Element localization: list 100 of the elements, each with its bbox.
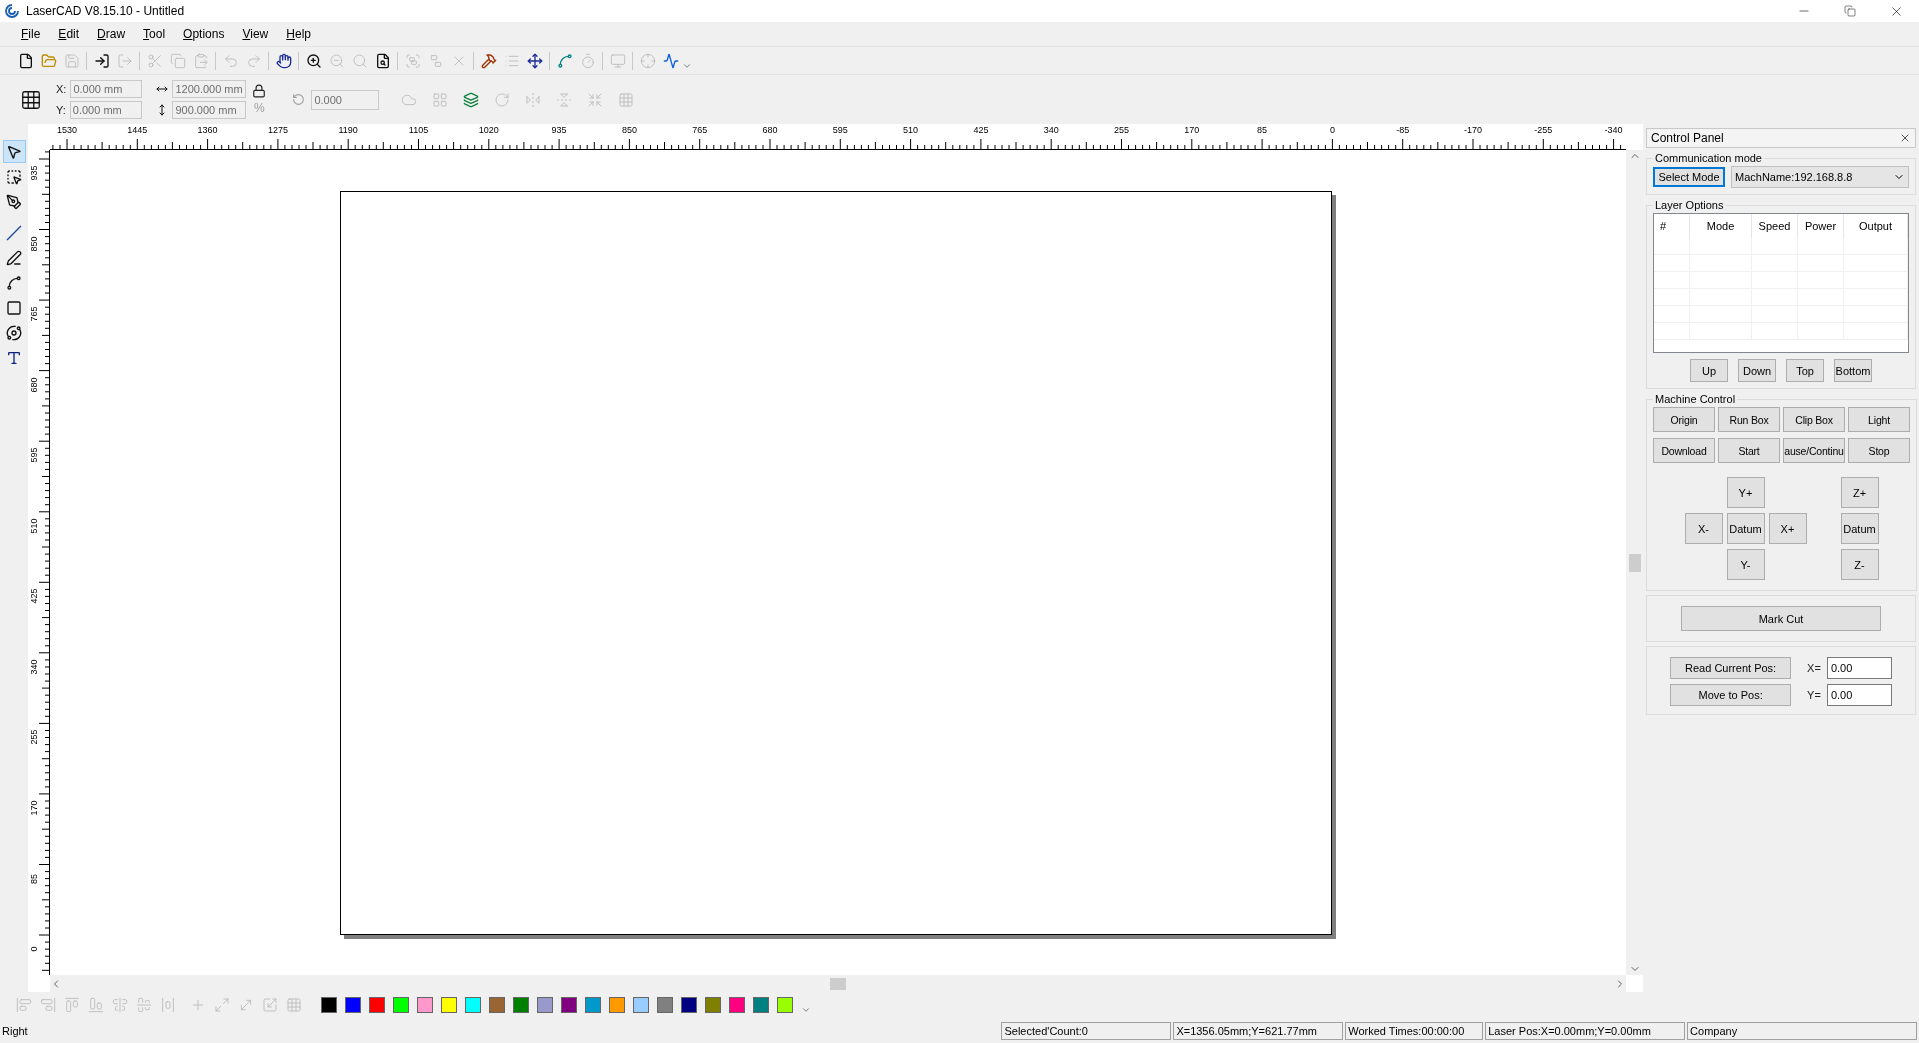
copy-icon: [169, 52, 186, 69]
y-label: Y:: [56, 104, 66, 116]
zoom-out-icon: [328, 52, 345, 69]
position-button[interactable]: Move to Pos:: [1670, 684, 1792, 706]
path-icon: [556, 52, 573, 69]
layer-order-button[interactable]: Down: [1738, 359, 1776, 382]
machine-dropdown[interactable]: MachName:192.168.8.8: [1731, 166, 1909, 188]
close-icon[interactable]: [1899, 132, 1911, 144]
machine-button[interactable]: Light: [1848, 407, 1910, 432]
machine-button[interactable]: Start: [1718, 438, 1780, 463]
paste-icon: [192, 52, 209, 69]
x-position-field[interactable]: 0.000 mm: [70, 80, 143, 98]
color-swatch[interactable]: [321, 997, 337, 1013]
crosshair-icon: [639, 52, 656, 69]
menu-item[interactable]: View: [235, 25, 276, 43]
y-position-field[interactable]: 0.000 mm: [69, 101, 142, 119]
node-icon: [526, 52, 543, 69]
folder-icon: [40, 52, 57, 69]
color-swatch[interactable]: [417, 997, 433, 1013]
select-mode-button[interactable]: Select Mode: [1653, 167, 1725, 187]
machine-button[interactable]: Run Box: [1718, 407, 1780, 432]
color-swatch[interactable]: [393, 997, 409, 1013]
menu-item[interactable]: Tool: [136, 25, 173, 43]
percent-sign: %: [254, 101, 265, 115]
layer-order-button[interactable]: Top: [1786, 359, 1824, 382]
ruler-label: 1275: [267, 125, 288, 135]
color-swatch[interactable]: [369, 997, 385, 1013]
lock-icon[interactable]: [252, 84, 267, 98]
color-swatch[interactable]: [705, 997, 721, 1013]
machine-button[interactable]: ause/Continu: [1783, 438, 1845, 463]
machine-button[interactable]: Stop: [1848, 438, 1910, 463]
coordinate-field[interactable]: 0.00: [1826, 657, 1892, 679]
layer-order-button[interactable]: Bottom: [1834, 359, 1872, 382]
mark-cut-button[interactable]: Mark Cut: [1681, 606, 1881, 631]
ruler-label: 850: [29, 236, 39, 252]
color-swatch[interactable]: [345, 997, 361, 1013]
jog-button[interactable]: Z-: [1840, 549, 1879, 580]
jog-button[interactable]: X-: [1684, 513, 1723, 544]
jog-button[interactable]: Y-: [1726, 549, 1765, 580]
layer-order-button[interactable]: Up: [1690, 359, 1728, 382]
export-icon: [116, 52, 133, 69]
color-swatch[interactable]: [513, 997, 529, 1013]
ruler-label: 510: [29, 518, 39, 534]
color-swatch[interactable]: [753, 997, 769, 1013]
color-swatch[interactable]: [777, 997, 793, 1013]
ruler-label: 425: [973, 125, 989, 135]
column-header: Power: [1798, 214, 1844, 238]
rotate-icon: [493, 91, 510, 108]
horizontal-scrollbar[interactable]: [50, 975, 1626, 992]
pen-icon: [6, 249, 22, 266]
width-field[interactable]: 1200.000 mm: [172, 80, 247, 98]
datum-button[interactable]: Datum: [1840, 513, 1879, 544]
drawing-tool-button[interactable]: [2, 140, 26, 163]
caret-icon[interactable]: [801, 1005, 811, 1015]
ruler-label: 425: [29, 588, 39, 604]
color-swatch[interactable]: [609, 997, 625, 1013]
scroll-thumb[interactable]: [830, 977, 846, 990]
pen-tool-icon: [6, 193, 22, 210]
color-swatch[interactable]: [489, 997, 505, 1013]
color-swatch[interactable]: [729, 997, 745, 1013]
group-label: Layer Options: [1654, 199, 1725, 211]
color-swatch[interactable]: [633, 997, 649, 1013]
node-select-icon: [6, 168, 22, 185]
group-icon: [404, 52, 421, 69]
status-hint: Right: [1, 1024, 29, 1037]
zoom-in-icon: [305, 52, 322, 69]
ruler-label: 1360: [197, 125, 218, 135]
color-swatch[interactable]: [561, 997, 577, 1013]
coordinate-field[interactable]: 0.00: [1826, 684, 1892, 706]
color-swatch[interactable]: [441, 997, 457, 1013]
color-swatch[interactable]: [537, 997, 553, 1013]
datum-button[interactable]: Datum: [1726, 513, 1765, 544]
rotate-icon: [292, 93, 306, 106]
position-button[interactable]: Read Current Pos:: [1670, 657, 1792, 679]
line-icon: [6, 224, 22, 241]
ruler-label: 340: [29, 659, 39, 675]
column-header: Mode: [1690, 214, 1752, 238]
color-swatch[interactable]: [465, 997, 481, 1013]
machine-button[interactable]: Origin: [1653, 407, 1715, 432]
menu-item[interactable]: File: [14, 25, 48, 43]
vertical-scrollbar[interactable]: [1626, 150, 1643, 975]
color-swatch[interactable]: [585, 997, 601, 1013]
height-field[interactable]: 900.000 mm: [172, 101, 247, 119]
status-field: X=1356.05mm;Y=621.77mm: [1173, 1021, 1344, 1040]
rotation-field[interactable]: 0.000: [311, 89, 380, 110]
column-header: Speed: [1752, 214, 1798, 238]
menu-item[interactable]: Draw: [90, 25, 133, 43]
jog-button[interactable]: X+: [1768, 513, 1807, 544]
machine-button[interactable]: Clip Box: [1783, 407, 1845, 432]
hammer-icon: [480, 52, 497, 69]
menu-item[interactable]: Options: [176, 25, 232, 43]
color-swatch[interactable]: [681, 997, 697, 1013]
curve-icon: [6, 274, 22, 291]
scroll-thumb[interactable]: [1628, 553, 1641, 572]
jog-button[interactable]: Y+: [1726, 477, 1765, 508]
menu-item[interactable]: Edit: [51, 25, 87, 43]
jog-button[interactable]: Z+: [1840, 477, 1879, 508]
menu-item[interactable]: Help: [279, 25, 318, 43]
color-swatch[interactable]: [657, 997, 673, 1013]
machine-button[interactable]: Download: [1653, 438, 1715, 463]
